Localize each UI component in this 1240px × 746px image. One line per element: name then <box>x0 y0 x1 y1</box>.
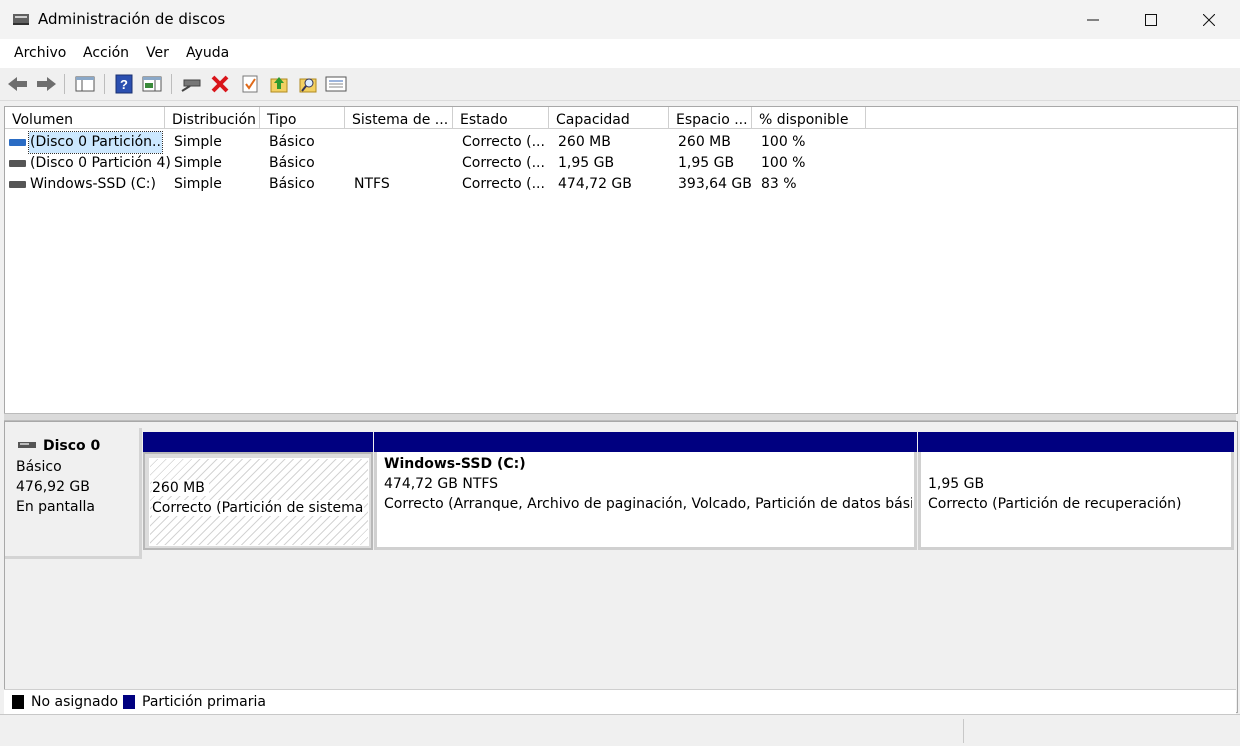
minimize-icon <box>1087 19 1099 20</box>
menu-ver[interactable]: Ver <box>146 45 169 61</box>
up-level-icon[interactable] <box>268 73 290 95</box>
forward-arrow-icon[interactable] <box>35 73 57 95</box>
table-row[interactable]: Windows-SSD (C:) Simple Básico NTFS Corr… <box>5 174 1237 195</box>
column-header-disponible[interactable]: % disponible <box>752 107 866 129</box>
maximize-icon <box>1145 13 1157 26</box>
menu-ayuda[interactable]: Ayuda <box>186 45 229 61</box>
volume-status: Correcto (... <box>462 176 545 192</box>
volume-status: Correcto (... <box>462 155 545 171</box>
volume-pct: 83 % <box>761 176 797 192</box>
partition-status: Correcto (Partición de recuperación) <box>928 496 1182 512</box>
status-divider <box>963 719 964 743</box>
partition-windows-ssd[interactable]: Windows-SSD (C:) 474,72 GB NTFS Correcto… <box>374 422 917 552</box>
list-view-icon[interactable] <box>325 73 347 95</box>
menu-bar: Archivo Acción Ver Ayuda <box>0 39 1240 68</box>
toolbar: ? <box>0 68 1240 101</box>
minimize-button[interactable] <box>1064 0 1122 39</box>
volume-layout: Simple <box>174 155 222 171</box>
volume-name: Windows-SSD (C:) <box>30 176 156 192</box>
svg-text:?: ? <box>120 77 128 92</box>
close-icon <box>1203 13 1215 26</box>
volume-capacity: 474,72 GB <box>558 176 632 192</box>
partition-status: Correcto (Partición de sistema E <box>152 500 364 516</box>
column-header-filler <box>866 107 1237 129</box>
help-icon[interactable]: ? <box>113 73 135 95</box>
volume-pct: 100 % <box>761 134 806 150</box>
toolbar-separator <box>171 74 172 94</box>
pane-splitter[interactable] <box>4 413 1236 421</box>
partition-recovery[interactable]: 1,95 GB Correcto (Partición de recuperac… <box>918 422 1234 552</box>
volume-capacity: 260 MB <box>558 134 611 150</box>
legend: No asignado Partición primaria <box>4 689 1236 714</box>
check-properties-icon[interactable] <box>239 73 261 95</box>
legend-label-primary: Partición primaria <box>142 694 266 710</box>
column-header-espacio[interactable]: Espacio ... <box>669 107 752 129</box>
volume-layout: Simple <box>174 176 222 192</box>
window-title: Administración de discos <box>38 10 226 28</box>
legend-label-unallocated: No asignado <box>31 694 119 710</box>
disk-management-icon <box>13 14 29 25</box>
partition-efi[interactable]: 260 MB Correcto (Partición de sistema E <box>143 422 373 552</box>
partition-body: 260 MB Correcto (Partición de sistema E <box>143 452 373 550</box>
volume-fs: NTFS <box>354 176 390 192</box>
table-row[interactable]: (Disco 0 Partición... Simple Básico Corr… <box>5 131 1237 154</box>
menu-archivo[interactable]: Archivo <box>14 45 66 61</box>
partition-body: Windows-SSD (C:) 474,72 GB NTFS Correcto… <box>374 452 917 550</box>
partition-title: Windows-SSD (C:) <box>384 456 526 472</box>
volume-free: 1,95 GB <box>678 155 735 171</box>
disk-name: Disco 0 <box>43 438 101 454</box>
partition-size: 260 MB <box>152 480 209 496</box>
partition-body: 1,95 GB Correcto (Partición de recuperac… <box>918 452 1234 550</box>
table-row[interactable]: (Disco 0 Partición 4) Simple Básico Corr… <box>5 153 1237 174</box>
column-header-capacidad[interactable]: Capacidad <box>549 107 669 129</box>
partition-header-bar <box>143 432 373 452</box>
column-header-tipo[interactable]: Tipo <box>260 107 345 129</box>
volume-type: Básico <box>269 134 315 150</box>
toolbar-separator <box>104 74 105 94</box>
volume-icon <box>9 181 26 188</box>
back-arrow-icon[interactable] <box>7 73 29 95</box>
column-header-volumen[interactable]: Volumen <box>5 107 165 129</box>
volume-pct: 100 % <box>761 155 806 171</box>
volume-layout: Simple <box>174 134 222 150</box>
search-icon[interactable] <box>297 73 319 95</box>
column-header-estado[interactable]: Estado <box>453 107 549 129</box>
toolbar-separator <box>64 74 65 94</box>
disk-state: En pantalla <box>16 499 95 515</box>
status-bar <box>0 714 1240 746</box>
partition-size: 474,72 GB NTFS <box>384 476 499 492</box>
volume-status: Correcto (... <box>462 134 545 150</box>
delete-icon[interactable] <box>209 73 231 95</box>
maximize-button[interactable] <box>1122 0 1180 39</box>
volume-free: 260 MB <box>678 134 731 150</box>
legend-swatch-primary <box>123 695 135 709</box>
disk-info-panel[interactable]: Disco 0 Básico 476,92 GB En pantalla <box>5 428 142 559</box>
volume-free: 393,64 GB <box>678 176 752 192</box>
volume-type: Básico <box>269 176 315 192</box>
volume-icon <box>9 139 26 146</box>
show-hide-console-tree-icon[interactable] <box>74 73 96 95</box>
volume-icon <box>9 160 26 167</box>
volume-list: Volumen Distribución Tipo Sistema de ...… <box>4 106 1238 414</box>
disk-size: 476,92 GB <box>16 479 90 495</box>
title-bar: Administración de discos <box>0 0 1240 39</box>
volume-capacity: 1,95 GB <box>558 155 615 171</box>
close-button[interactable] <box>1180 0 1238 39</box>
partition-size: 1,95 GB <box>928 476 985 492</box>
menu-accion[interactable]: Acción <box>83 45 129 61</box>
volume-name: (Disco 0 Partición... <box>28 131 163 154</box>
column-header-sistema[interactable]: Sistema de ... <box>345 107 453 129</box>
partition-header-bar <box>918 432 1234 452</box>
column-header-distribucion[interactable]: Distribución <box>165 107 260 129</box>
connect-drive-icon[interactable] <box>180 73 202 95</box>
legend-swatch-unallocated <box>12 695 24 709</box>
disk-graphical-view: Disco 0 Básico 476,92 GB En pantalla 260… <box>4 421 1238 713</box>
partition-header-bar <box>374 432 917 452</box>
properties-view-icon[interactable] <box>141 73 163 95</box>
disk-icon <box>18 442 36 448</box>
volume-type: Básico <box>269 155 315 171</box>
volume-name: (Disco 0 Partición 4) <box>30 155 171 171</box>
disk-type: Básico <box>16 459 62 475</box>
partition-status: Correcto (Arranque, Archivo de paginació… <box>384 496 912 512</box>
